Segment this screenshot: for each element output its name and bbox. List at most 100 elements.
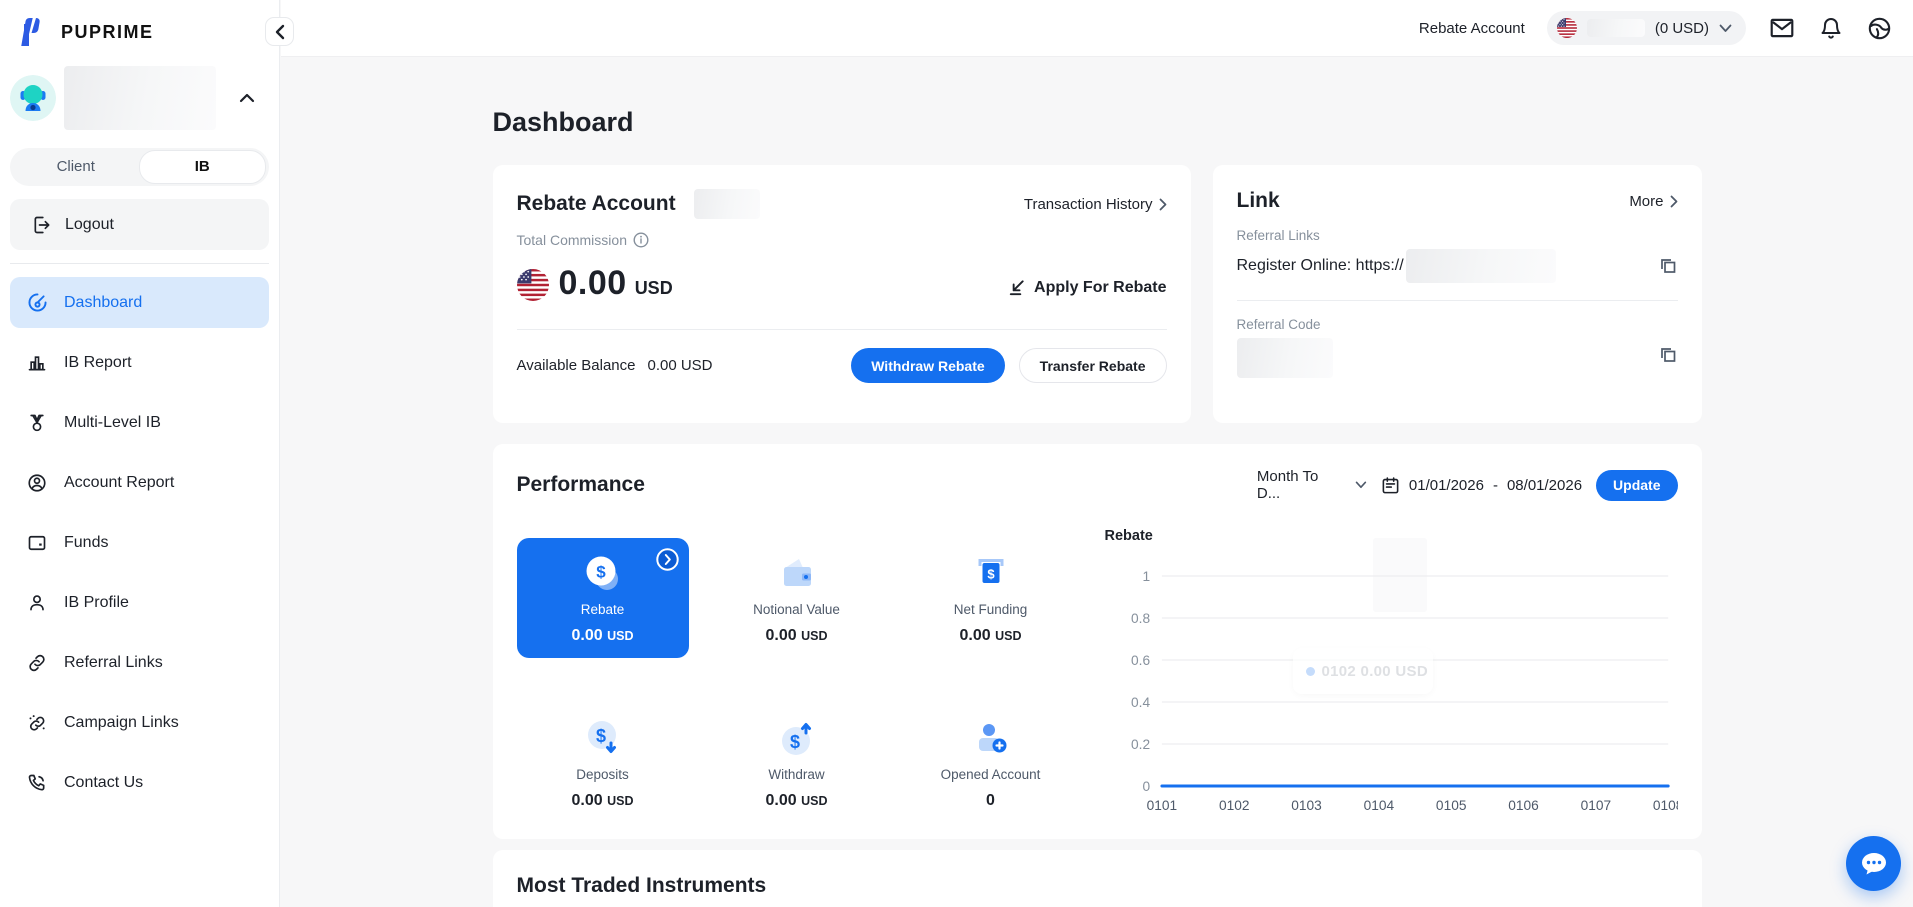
main-content: Dashboard Rebate Account Transaction His… xyxy=(281,57,1913,907)
logout-button[interactable]: Logout xyxy=(10,199,269,250)
tile-unit: USD xyxy=(607,794,633,808)
sidebar-item-contact-us[interactable]: Contact Us xyxy=(10,757,269,808)
divider xyxy=(517,329,1167,330)
perf-tile-notional-value[interactable]: Notional Value 0.00 USD xyxy=(711,538,883,658)
bell-icon[interactable] xyxy=(1817,15,1844,42)
toggle-client[interactable]: Client xyxy=(13,151,139,183)
sidebar-item-label: Campaign Links xyxy=(64,714,179,732)
available-balance-value: 0.00 USD xyxy=(647,357,712,374)
sidebar-item-dashboard[interactable]: Dashboard xyxy=(10,277,269,328)
page-title: Dashboard xyxy=(493,107,1702,138)
tile-label: Rebate xyxy=(581,602,625,617)
svg-text:0.8: 0.8 xyxy=(1131,610,1150,626)
sidebar: PUPRIME Client IB L xyxy=(0,0,280,907)
perf-tile-net-funding[interactable]: $ Net Funding 0.00 USD xyxy=(905,538,1077,658)
svg-text:1: 1 xyxy=(1142,568,1150,584)
perf-tile-deposits[interactable]: $ Deposits 0.00 USD xyxy=(517,703,689,823)
perf-tile-rebate[interactable]: $ Rebate 0.00 USD xyxy=(517,538,689,658)
divider xyxy=(1237,300,1678,301)
account-selector[interactable]: (0 USD) xyxy=(1547,11,1746,45)
chat-bubble-icon xyxy=(1859,850,1889,878)
most-traded-instruments-card: Most Traded Instruments xyxy=(493,850,1702,907)
tile-value: 0.00 xyxy=(572,792,603,809)
date-to: 08/01/2026 xyxy=(1507,477,1582,494)
copy-referral-code-button[interactable] xyxy=(1658,345,1678,365)
more-link[interactable]: More xyxy=(1629,193,1677,210)
chat-widget-button[interactable] xyxy=(1846,836,1901,891)
performance-tiles: $ Rebate 0.00 USD Notional Value 0.00 US… xyxy=(517,538,1077,838)
svg-text:0.2: 0.2 xyxy=(1131,736,1150,752)
link-icon xyxy=(26,652,48,674)
globe-icon[interactable] xyxy=(1866,15,1893,42)
topbar: Rebate Account (0 USD) xyxy=(281,0,1913,57)
profile-name-redacted xyxy=(64,66,216,130)
update-button[interactable]: Update xyxy=(1596,470,1677,501)
account-balance: (0 USD) xyxy=(1655,20,1709,37)
chevron-up-icon[interactable] xyxy=(239,93,255,103)
sidebar-item-ib-profile[interactable]: IB Profile xyxy=(10,577,269,628)
us-flag-icon xyxy=(1557,18,1577,38)
available-balance-label: Available Balance xyxy=(517,357,636,374)
chevron-right-icon xyxy=(1670,195,1678,208)
referral-code-label: Referral Code xyxy=(1237,317,1678,332)
sidebar-collapse-button[interactable] xyxy=(265,17,294,46)
svg-text:$: $ xyxy=(596,562,606,581)
profile-summary[interactable] xyxy=(10,66,267,130)
apply-arrow-icon xyxy=(1007,278,1026,297)
referral-code-redacted xyxy=(1237,338,1333,378)
link-card: Link More Referral Links Register Online… xyxy=(1213,165,1702,423)
register-online-link: Register Online: https:// xyxy=(1237,257,1404,275)
svg-text:0101: 0101 xyxy=(1146,797,1177,813)
perf-tile-opened-account[interactable]: Opened Account 0 xyxy=(905,703,1077,823)
net-funding-icon: $ xyxy=(969,552,1013,596)
account-id-redacted xyxy=(694,189,760,219)
sidebar-item-multi-level-ib[interactable]: Multi-Level IB xyxy=(10,397,269,448)
tile-label: Deposits xyxy=(576,767,629,782)
chevron-down-icon xyxy=(1355,481,1367,489)
date-range-picker[interactable]: 01/01/2026 - 08/01/2026 xyxy=(1381,476,1582,495)
transfer-rebate-button[interactable]: Transfer Rebate xyxy=(1019,348,1167,383)
wallet-icon xyxy=(26,532,48,554)
svg-text:$: $ xyxy=(595,726,605,746)
sidebar-item-label: Account Report xyxy=(64,474,174,492)
total-commission-amount: 0.00 xyxy=(559,264,627,303)
logout-icon xyxy=(32,215,52,235)
account-number-redacted xyxy=(1587,19,1645,37)
toggle-ib[interactable]: IB xyxy=(139,150,267,184)
copy-icon xyxy=(1658,256,1678,276)
chevron-right-circle-icon[interactable] xyxy=(656,548,679,571)
add-account-icon xyxy=(969,717,1013,761)
mail-icon[interactable] xyxy=(1768,15,1795,42)
tile-value: 0.00 xyxy=(572,627,603,644)
period-select[interactable]: Month To D... xyxy=(1257,468,1367,502)
svg-text:0103: 0103 xyxy=(1291,797,1322,813)
sidebar-item-account-report[interactable]: Account Report xyxy=(10,457,269,508)
sidebar-item-referral-links[interactable]: Referral Links xyxy=(10,637,269,688)
withdraw-rebate-button[interactable]: Withdraw Rebate xyxy=(851,348,1004,383)
tile-unit: USD xyxy=(995,629,1021,643)
copy-referral-link-button[interactable] xyxy=(1658,256,1678,276)
total-commission-label: Total Commission xyxy=(517,232,627,248)
info-icon[interactable] xyxy=(633,232,649,248)
rebate-coin-icon: $ xyxy=(581,552,625,596)
referral-url-redacted xyxy=(1406,249,1556,283)
sidebar-item-label: Dashboard xyxy=(64,294,142,312)
rebate-account-card: Rebate Account Transaction History Total… xyxy=(493,165,1191,423)
sidebar-item-ib-report[interactable]: IB Report xyxy=(10,337,269,388)
performance-title: Performance xyxy=(517,473,645,497)
rebate-card-title: Rebate Account xyxy=(517,192,676,216)
tooltip-series-dot xyxy=(1306,667,1315,676)
perf-tile-withdraw[interactable]: $ Withdraw 0.00 USD xyxy=(711,703,883,823)
tile-label: Net Funding xyxy=(954,602,1028,617)
referral-links-label: Referral Links xyxy=(1237,228,1678,243)
apply-for-rebate-button[interactable]: Apply For Rebate xyxy=(1007,278,1166,297)
brand-logo[interactable]: PUPRIME xyxy=(16,14,279,50)
us-flag-icon xyxy=(517,269,549,301)
sidebar-item-campaign-links[interactable]: Campaign Links xyxy=(10,697,269,748)
transaction-history-link[interactable]: Transaction History xyxy=(1024,196,1167,213)
svg-text:0107: 0107 xyxy=(1580,797,1611,813)
svg-text:0106: 0106 xyxy=(1508,797,1539,813)
logout-label: Logout xyxy=(65,216,114,234)
sidebar-item-funds[interactable]: Funds xyxy=(10,517,269,568)
total-commission-currency: USD xyxy=(635,278,673,299)
